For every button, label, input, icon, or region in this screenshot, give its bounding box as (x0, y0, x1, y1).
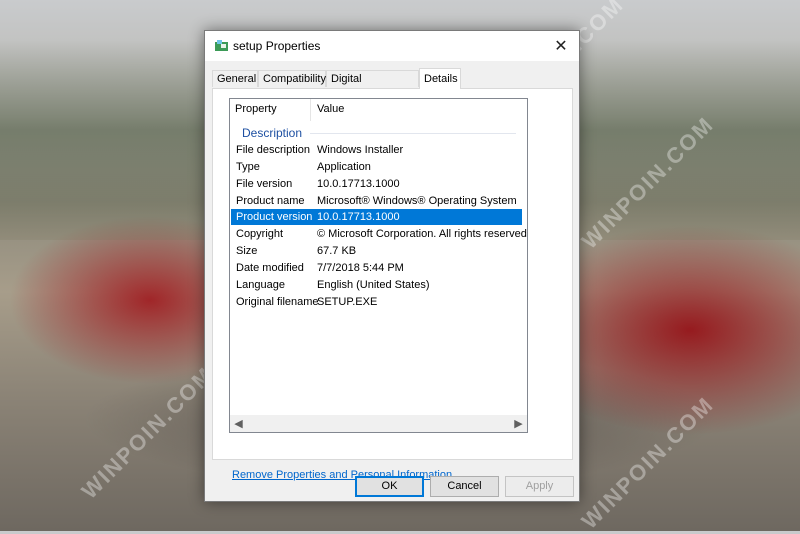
property-name: File version (236, 178, 293, 190)
details-panel: Property Value Description File descript… (212, 88, 573, 481)
property-name: File description (236, 144, 310, 156)
list-item-selected[interactable]: Product version 10.0.17713.1000 (231, 209, 522, 225)
watermark: WINPOIN.COM (576, 391, 719, 534)
tab-general[interactable]: General (212, 70, 258, 87)
list-item[interactable]: Copyright © Microsoft Corporation. All ri… (231, 226, 527, 242)
scroll-left-icon[interactable]: ◀ (230, 415, 247, 432)
properties-dialog: setup Properties ✕ General Compatibility… (204, 30, 580, 502)
list-item[interactable]: Date modified 7/7/2018 5:44 PM (231, 260, 522, 276)
list-item[interactable]: Language English (United States) (231, 277, 522, 293)
column-header-property[interactable]: Property (235, 103, 277, 115)
scroll-right-icon[interactable]: ▶ (510, 415, 527, 432)
property-value: Application (317, 161, 371, 173)
property-value: 67.7 KB (317, 245, 357, 257)
property-name: Date modified (236, 262, 304, 274)
property-value: © Microsoft Corporation. All rights rese… (317, 228, 528, 240)
apply-button[interactable]: Apply (505, 476, 574, 497)
property-value: Microsoft® Windows® Operating System (317, 195, 517, 207)
property-name: Original filename (236, 296, 319, 308)
watermark: WINPOIN.COM (76, 361, 219, 504)
property-value: Windows Installer (317, 144, 404, 156)
tab-compatibility[interactable]: Compatibility (258, 70, 326, 87)
list-item[interactable]: File version 10.0.17713.1000 (231, 176, 522, 192)
property-value: 7/7/2018 5:44 PM (317, 262, 404, 274)
horizontal-scrollbar[interactable]: ◀ ▶ (230, 415, 527, 432)
property-name: Product name (236, 195, 305, 207)
property-value: 10.0.17713.1000 (317, 178, 400, 190)
list-item[interactable]: Product name Microsoft® Windows® Operatin… (231, 193, 522, 209)
list-item[interactable]: File description Windows Installer (231, 142, 522, 158)
property-value: English (United States) (317, 279, 430, 291)
ok-button[interactable]: OK (355, 476, 424, 497)
group-divider (310, 133, 516, 134)
property-name: Copyright (236, 228, 284, 240)
column-header-value[interactable]: Value (317, 103, 344, 115)
property-value: SETUP.EXE (317, 296, 378, 308)
close-icon: ✕ (554, 36, 568, 55)
property-name: Language (236, 279, 285, 291)
group-header-description: Description (242, 126, 303, 140)
tab-digital-signatures[interactable]: Digital Signatures (326, 70, 419, 102)
list-item[interactable]: Original filename SETUP.EXE (231, 294, 522, 310)
list-item[interactable]: Size 67.7 KB (231, 243, 522, 259)
property-name: Product version (236, 211, 313, 223)
column-divider[interactable] (310, 99, 311, 121)
property-name: Size (236, 245, 258, 257)
list-item[interactable]: Type Application (231, 159, 522, 175)
installer-icon (215, 40, 228, 51)
title-bar[interactable]: setup Properties ✕ (205, 31, 579, 61)
details-list[interactable]: Property Value Description File descript… (229, 98, 528, 433)
property-value: 10.0.17713.1000 (317, 211, 400, 223)
cancel-button[interactable]: Cancel (430, 476, 499, 497)
close-button[interactable]: ✕ (543, 31, 579, 61)
tab-details[interactable]: Details (419, 68, 461, 89)
window-title: setup Properties (233, 39, 321, 53)
property-name: Type (236, 161, 260, 173)
